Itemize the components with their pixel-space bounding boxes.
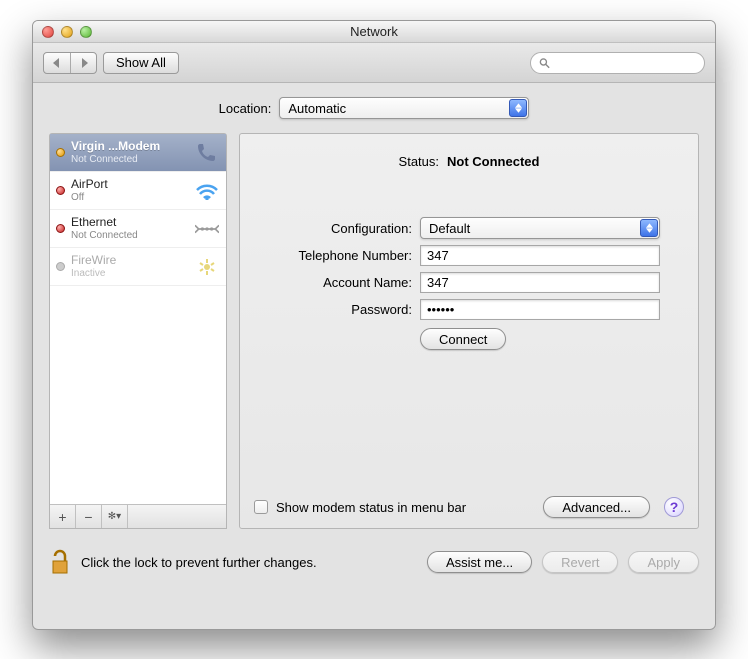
connect-button[interactable]: Connect xyxy=(420,328,506,350)
service-status: Not Connected xyxy=(71,230,188,242)
toolbar: Show All xyxy=(33,43,715,83)
service-action-menu[interactable]: ✻▾ xyxy=(102,505,128,528)
popup-arrows-icon xyxy=(640,219,658,237)
phone-row: Telephone Number: xyxy=(256,245,682,266)
ethernet-icon xyxy=(194,216,220,242)
titlebar[interactable]: Network xyxy=(33,21,715,43)
back-button[interactable] xyxy=(44,53,70,73)
remove-service-button[interactable]: − xyxy=(76,505,102,528)
menu-bar-checkbox[interactable] xyxy=(254,500,268,514)
advanced-button[interactable]: Advanced... xyxy=(543,496,650,518)
phone-icon xyxy=(194,140,220,166)
status-row: Status: Not Connected xyxy=(256,154,682,169)
connect-row: Connect xyxy=(256,328,682,350)
service-status: Not Connected xyxy=(71,154,188,166)
nav-segment xyxy=(43,52,97,74)
detail-panel: Status: Not Connected Configuration: Def… xyxy=(239,133,699,529)
service-name: AirPort xyxy=(71,178,188,192)
search-input[interactable] xyxy=(554,56,696,70)
footer-buttons: Assist me... Revert Apply xyxy=(427,551,699,573)
status-label: Status: xyxy=(399,154,439,169)
status-value: Not Connected xyxy=(447,154,539,169)
wifi-icon xyxy=(194,178,220,204)
window: Network Show All Location: Automatic xyxy=(32,20,716,630)
add-service-button[interactable]: + xyxy=(50,505,76,528)
location-value: Automatic xyxy=(288,101,346,116)
show-all-button[interactable]: Show All xyxy=(103,52,179,74)
menu-bar-checkbox-label: Show modem status in menu bar xyxy=(276,500,466,515)
password-row: Password: xyxy=(256,299,682,320)
phone-label: Telephone Number: xyxy=(256,248,412,263)
apply-button[interactable]: Apply xyxy=(628,551,699,573)
status-dot-icon xyxy=(56,148,65,157)
service-status: Off xyxy=(71,192,188,204)
forward-button[interactable] xyxy=(70,53,96,73)
location-label: Location: xyxy=(219,101,272,116)
account-label: Account Name: xyxy=(256,275,412,290)
location-popup[interactable]: Automatic xyxy=(279,97,529,119)
account-input[interactable] xyxy=(420,272,660,293)
service-item-modem[interactable]: Virgin ...Modem Not Connected xyxy=(50,134,226,172)
help-button[interactable]: ? xyxy=(664,497,684,517)
lock-icon[interactable] xyxy=(49,549,71,575)
status-dot-icon xyxy=(56,262,65,271)
assist-button[interactable]: Assist me... xyxy=(427,551,532,573)
window-title: Network xyxy=(33,24,715,39)
service-item-airport[interactable]: AirPort Off xyxy=(50,172,226,210)
window-footer: Click the lock to prevent further change… xyxy=(33,539,715,585)
config-value: Default xyxy=(429,221,470,236)
service-name: Virgin ...Modem xyxy=(71,140,188,154)
sidebar-actions: + − ✻▾ xyxy=(50,504,226,528)
account-row: Account Name: xyxy=(256,272,682,293)
location-row: Location: Automatic xyxy=(49,97,699,119)
lock-text: Click the lock to prevent further change… xyxy=(81,555,317,570)
revert-button[interactable]: Revert xyxy=(542,551,618,573)
phone-input[interactable] xyxy=(420,245,660,266)
config-label: Configuration: xyxy=(256,221,412,236)
service-item-ethernet[interactable]: Ethernet Not Connected xyxy=(50,210,226,248)
service-name: Ethernet xyxy=(71,216,188,230)
service-name: FireWire xyxy=(71,254,188,268)
service-list[interactable]: Virgin ...Modem Not Connected AirPort Of… xyxy=(50,134,226,504)
status-dot-icon xyxy=(56,186,65,195)
service-status: Inactive xyxy=(71,268,188,280)
service-item-firewire[interactable]: FireWire Inactive xyxy=(50,248,226,286)
password-label: Password: xyxy=(256,302,412,317)
config-popup[interactable]: Default xyxy=(420,217,660,239)
firewire-icon xyxy=(194,254,220,280)
popup-arrows-icon xyxy=(509,99,527,117)
status-dot-icon xyxy=(56,224,65,233)
body: Location: Automatic Virgin ...Modem Not … xyxy=(33,83,715,539)
service-sidebar: Virgin ...Modem Not Connected AirPort Of… xyxy=(49,133,227,529)
columns: Virgin ...Modem Not Connected AirPort Of… xyxy=(49,133,699,529)
detail-footer: Show modem status in menu bar Advanced..… xyxy=(254,496,684,518)
search-icon xyxy=(539,57,550,69)
search-field[interactable] xyxy=(530,52,705,74)
password-input[interactable] xyxy=(420,299,660,320)
config-row: Configuration: Default xyxy=(256,217,682,239)
